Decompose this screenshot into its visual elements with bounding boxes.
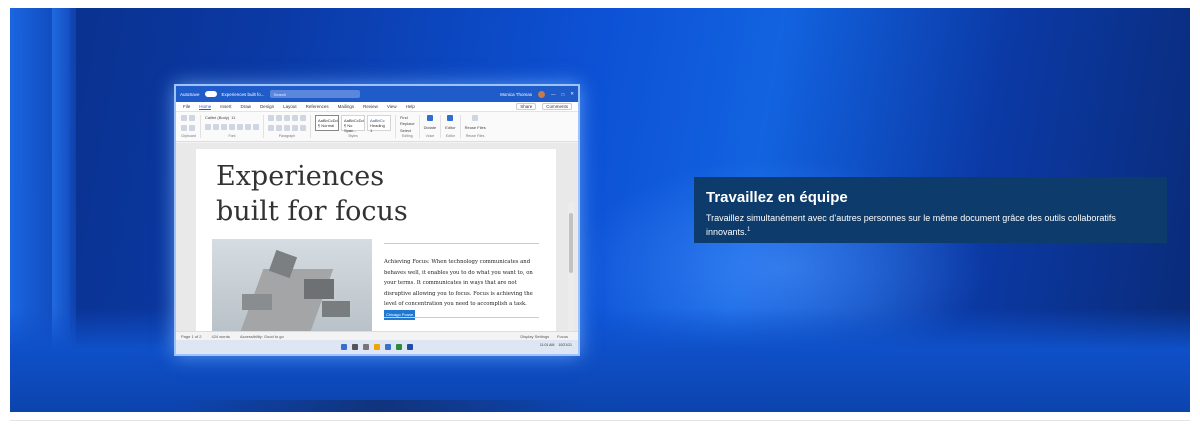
share-area: Share Comments — [516, 103, 578, 110]
ribbon-caption: Reuse Files — [465, 134, 485, 138]
autosave-toggle — [204, 91, 217, 97]
divider — [384, 317, 539, 318]
document-title: Experiences built for focus — [216, 161, 408, 227]
menu-help: Help — [405, 104, 415, 109]
menu-design: Design — [260, 104, 275, 109]
document-filename: Experiences built fo... — [221, 91, 265, 97]
font-name: Calibri (Body) — [204, 115, 230, 120]
word-menubar: File Home Insert Draw Design Layout Refe… — [176, 102, 578, 112]
menu-draw: Draw — [240, 104, 252, 109]
clock-time: 11:01 AM — [539, 343, 555, 347]
select-label: Select — [399, 127, 412, 133]
autosave-label: AutoSave — [180, 91, 200, 97]
window-reflection — [170, 400, 590, 412]
style-heading-1: AaBbCc Heading 1 — [366, 115, 391, 133]
feature-description: Travaillez simultanément avec d’autres p… — [706, 213, 1116, 237]
minimize-icon: — — [551, 91, 556, 97]
task-view-icon — [363, 344, 369, 350]
menu-review: Review — [363, 104, 378, 109]
search-box: Search — [269, 90, 360, 98]
word-statusbar: Page 1 of 2 424 words Accessibility: Goo… — [176, 331, 578, 340]
share-button: Share — [516, 103, 537, 110]
menu-home: Home — [199, 103, 212, 110]
microphone-icon — [426, 115, 433, 121]
close-icon: ✕ — [570, 91, 574, 96]
reuse-files-icon — [472, 115, 479, 121]
word-ribbon: Clipboard Calibri (Body) 11 Font Paragra… — [176, 112, 578, 142]
clock-date: 10/21/21 — [558, 343, 572, 347]
reuse-label: Reuse Files — [464, 125, 486, 130]
menu-mailings: Mailings — [337, 104, 355, 109]
titlebar-right: Monica Thomas — □ ✕ — [500, 90, 574, 98]
windows-taskbar: 11:01 AM 10/21/21 — [176, 340, 578, 354]
dictate-label: Dictate — [423, 125, 437, 130]
ribbon-group-voice: Dictate Voice — [423, 115, 442, 138]
ribbon-group-reuse: Reuse Files Reuse Files — [465, 115, 490, 138]
system-tray: 11:01 AM 10/21/21 — [540, 343, 572, 347]
store-icon — [396, 344, 402, 350]
ribbon-caption: Editing — [401, 133, 413, 138]
font-size: 11 — [231, 115, 236, 120]
ribbon-caption: Clipboard — [181, 134, 196, 138]
word-count: 424 words — [211, 333, 230, 339]
building-photo — [212, 239, 372, 331]
feature-card: Travaillez en équipe Travaillez simultan… — [694, 177, 1167, 243]
ribbon-group-styles: AaBbCcDd ¶ Normal AaBbCcDd ¶ No Spac... Aa… — [314, 115, 396, 138]
ribbon-caption: Paragraph — [278, 134, 296, 138]
page-count: Page 1 of 2 — [181, 333, 202, 339]
start-icon — [341, 344, 347, 350]
find-label: Find — [399, 115, 408, 120]
word-window-screenshot: AutoSave Experiences built fo... Search … — [174, 84, 580, 356]
menu-references: References — [305, 104, 329, 109]
document-page: Experiences built for focus Achieving Fo… — [196, 149, 556, 331]
ribbon-group-paragraph: Paragraph — [267, 115, 311, 138]
section-divider — [10, 420, 1190, 421]
style-normal: AaBbCcDd ¶ Normal — [314, 115, 339, 131]
accessibility-status: Accessibility: Good to go — [239, 333, 284, 339]
ribbon-caption: Styles — [348, 134, 358, 138]
menu-insert: Insert — [220, 104, 232, 109]
menu-layout: Layout — [283, 104, 297, 109]
menu-view: View — [386, 104, 397, 109]
replace-label: Replace — [399, 121, 415, 127]
display-settings: Display Settings — [520, 333, 550, 339]
ribbon-caption: Voice — [425, 134, 435, 138]
menu-file: File — [183, 104, 191, 109]
feature-title: Travaillez en équipe — [706, 189, 848, 206]
editor-label: Editor — [445, 125, 456, 130]
ribbon-group-font: Calibri (Body) 11 Font — [204, 115, 264, 138]
footnote-marker[interactable]: 1 — [747, 227, 750, 233]
ribbon-caption: Editor — [445, 134, 455, 138]
document-area: Experiences built for focus Achieving Fo… — [176, 143, 578, 354]
editor-icon — [447, 115, 454, 121]
ribbon-caption: Font — [228, 134, 236, 138]
ribbon-group-editing: Find Replace Select Editing — [400, 115, 420, 138]
edge-icon — [385, 344, 391, 350]
divider — [384, 243, 539, 244]
style-no-spacing: AaBbCcDd ¶ No Spac... — [340, 115, 365, 133]
comments-button: Comments — [542, 103, 572, 110]
coauthor-cursor-tag: Chicago Pcane — [384, 309, 416, 320]
ribbon-group-clipboard: Clipboard — [181, 115, 201, 138]
avatar — [538, 90, 545, 98]
document-paragraph: Achieving Focus: When technology communi… — [384, 257, 544, 320]
file-explorer-icon — [374, 344, 380, 350]
maximize-icon: □ — [561, 91, 565, 97]
focus-mode: Focus — [557, 333, 568, 339]
search-placeholder: Search — [273, 91, 287, 97]
search-icon — [352, 344, 358, 350]
word-icon — [407, 344, 413, 350]
ribbon-group-editor: Editor Editor — [445, 115, 461, 138]
word-titlebar: AutoSave Experiences built fo... Search … — [176, 86, 578, 102]
user-name: Monica Thomas — [500, 91, 532, 97]
